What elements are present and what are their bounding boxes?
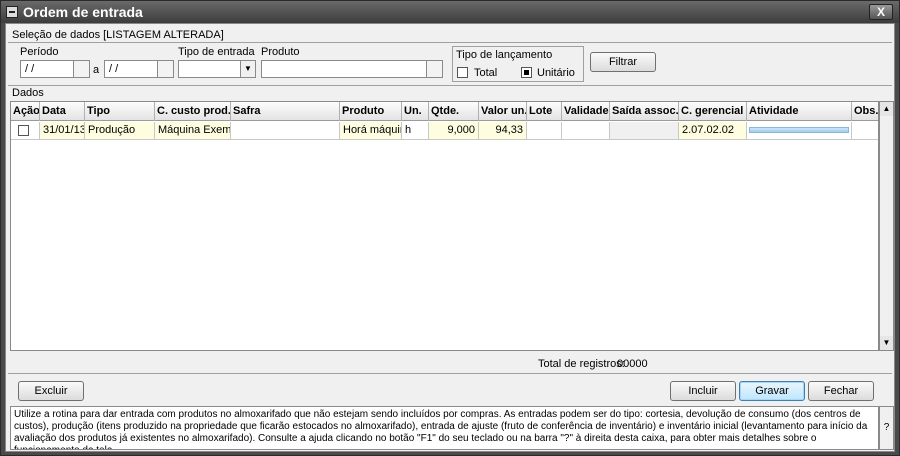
window: Ordem de entrada X Seleção de dados [LIS… xyxy=(0,0,900,456)
produto-cell[interactable]: Horá máquina xyxy=(340,122,402,140)
column-header[interactable]: Qtde. xyxy=(429,102,479,121)
un-cell[interactable]: h xyxy=(402,122,429,140)
close-button[interactable]: X xyxy=(869,4,893,20)
column-header[interactable]: C. custo prod. xyxy=(155,102,231,121)
column-header[interactable]: Data xyxy=(40,102,85,121)
unitario-label: Unitário xyxy=(537,67,575,79)
tipo-lancamento-group: Tipo de lançamento Total Unitário xyxy=(452,46,584,82)
table-row[interactable]: 31/01/13 Produção Máquina Exemplo Horá m… xyxy=(11,122,878,140)
validade-cell[interactable] xyxy=(562,122,610,140)
lote-cell[interactable] xyxy=(527,122,562,140)
help-text: Utilize a rotina para dar entrada com pr… xyxy=(10,406,879,450)
column-header[interactable]: Ação xyxy=(11,102,40,121)
valor-un-cell[interactable]: 94,33 xyxy=(479,122,527,140)
column-header[interactable]: Produto xyxy=(340,102,402,121)
obs-cell[interactable] xyxy=(852,122,878,140)
column-header[interactable]: Tipo xyxy=(85,102,155,121)
help-question-button[interactable]: ? xyxy=(879,406,894,450)
periodo-separator: a xyxy=(93,64,100,76)
total-registros-value: 00000 xyxy=(617,358,648,370)
window-title: Ordem de entrada xyxy=(23,4,143,20)
atividade-cell[interactable] xyxy=(747,122,852,140)
tipo-entrada-select[interactable]: ▼ xyxy=(178,60,256,78)
tipo-cell[interactable]: Produção xyxy=(85,122,155,140)
tipo-lancamento-label: Tipo de lançamento xyxy=(456,49,553,61)
c-custo-cell[interactable]: Máquina Exemplo xyxy=(155,122,231,140)
saida-assoc-cell[interactable] xyxy=(610,122,679,140)
incluir-button[interactable]: Incluir xyxy=(670,381,736,401)
periodo-from-input[interactable]: / / xyxy=(20,60,74,78)
scroll-up-icon[interactable]: ▲ xyxy=(880,102,893,116)
dados-section-label: Dados xyxy=(12,87,44,99)
c-gerencial-cell[interactable]: 2.07.02.02 xyxy=(679,122,747,140)
title-bar: Ordem de entrada X xyxy=(1,1,899,23)
periodo-label: Período xyxy=(20,46,59,58)
system-menu-icon[interactable] xyxy=(6,6,18,18)
selection-section-label: Seleção de dados [LISTAGEM ALTERADA] xyxy=(12,29,224,41)
gravar-button[interactable]: Gravar xyxy=(739,381,805,401)
data-grid: Ação Data Tipo C. custo prod. Safra Prod… xyxy=(10,101,879,351)
column-header[interactable]: C. gerencial xyxy=(679,102,747,121)
periodo-to-calendar-button[interactable] xyxy=(157,60,174,78)
safra-cell[interactable] xyxy=(231,122,340,140)
fechar-button[interactable]: Fechar xyxy=(808,381,874,401)
column-header[interactable]: Valor un. xyxy=(479,102,527,121)
tipo-entrada-label: Tipo de entrada xyxy=(178,46,255,58)
produto-input[interactable] xyxy=(261,60,427,78)
produto-lookup-button[interactable] xyxy=(426,60,443,78)
column-header[interactable]: Validade xyxy=(562,102,610,121)
column-header[interactable]: Un. xyxy=(402,102,429,121)
total-checkbox[interactable] xyxy=(457,67,468,78)
scroll-down-icon[interactable]: ▼ xyxy=(880,336,893,350)
unitario-checkbox[interactable] xyxy=(521,67,532,78)
periodo-to-input[interactable]: / / xyxy=(104,60,158,78)
column-header[interactable]: Atividade xyxy=(747,102,852,121)
grid-scrollbar[interactable]: ▲ ▼ xyxy=(879,101,894,351)
atividade-bar xyxy=(749,127,849,133)
column-header[interactable]: Lote xyxy=(527,102,562,121)
produto-label: Produto xyxy=(261,46,300,58)
total-label: Total xyxy=(474,67,498,79)
client-area: Seleção de dados [LISTAGEM ALTERADA] Per… xyxy=(5,23,895,452)
grid-header: Ação Data Tipo C. custo prod. Safra Prod… xyxy=(11,102,878,121)
divider xyxy=(8,85,892,86)
filtrar-button[interactable]: Filtrar xyxy=(590,52,656,72)
divider xyxy=(8,42,892,43)
excluir-button[interactable]: Excluir xyxy=(18,381,84,401)
periodo-from-calendar-button[interactable] xyxy=(73,60,90,78)
chevron-down-icon[interactable]: ▼ xyxy=(240,61,255,77)
row-checkbox[interactable] xyxy=(18,125,29,136)
column-header[interactable]: Safra xyxy=(231,102,340,121)
data-cell[interactable]: 31/01/13 xyxy=(40,122,85,140)
column-header[interactable]: Saída assoc. xyxy=(610,102,679,121)
total-registros-label: Total de registros: xyxy=(538,358,625,370)
action-cell[interactable] xyxy=(11,122,40,140)
divider xyxy=(8,373,892,374)
column-header[interactable]: Obs. xyxy=(852,102,878,121)
qtde-cell[interactable]: 9,000 xyxy=(429,122,479,140)
